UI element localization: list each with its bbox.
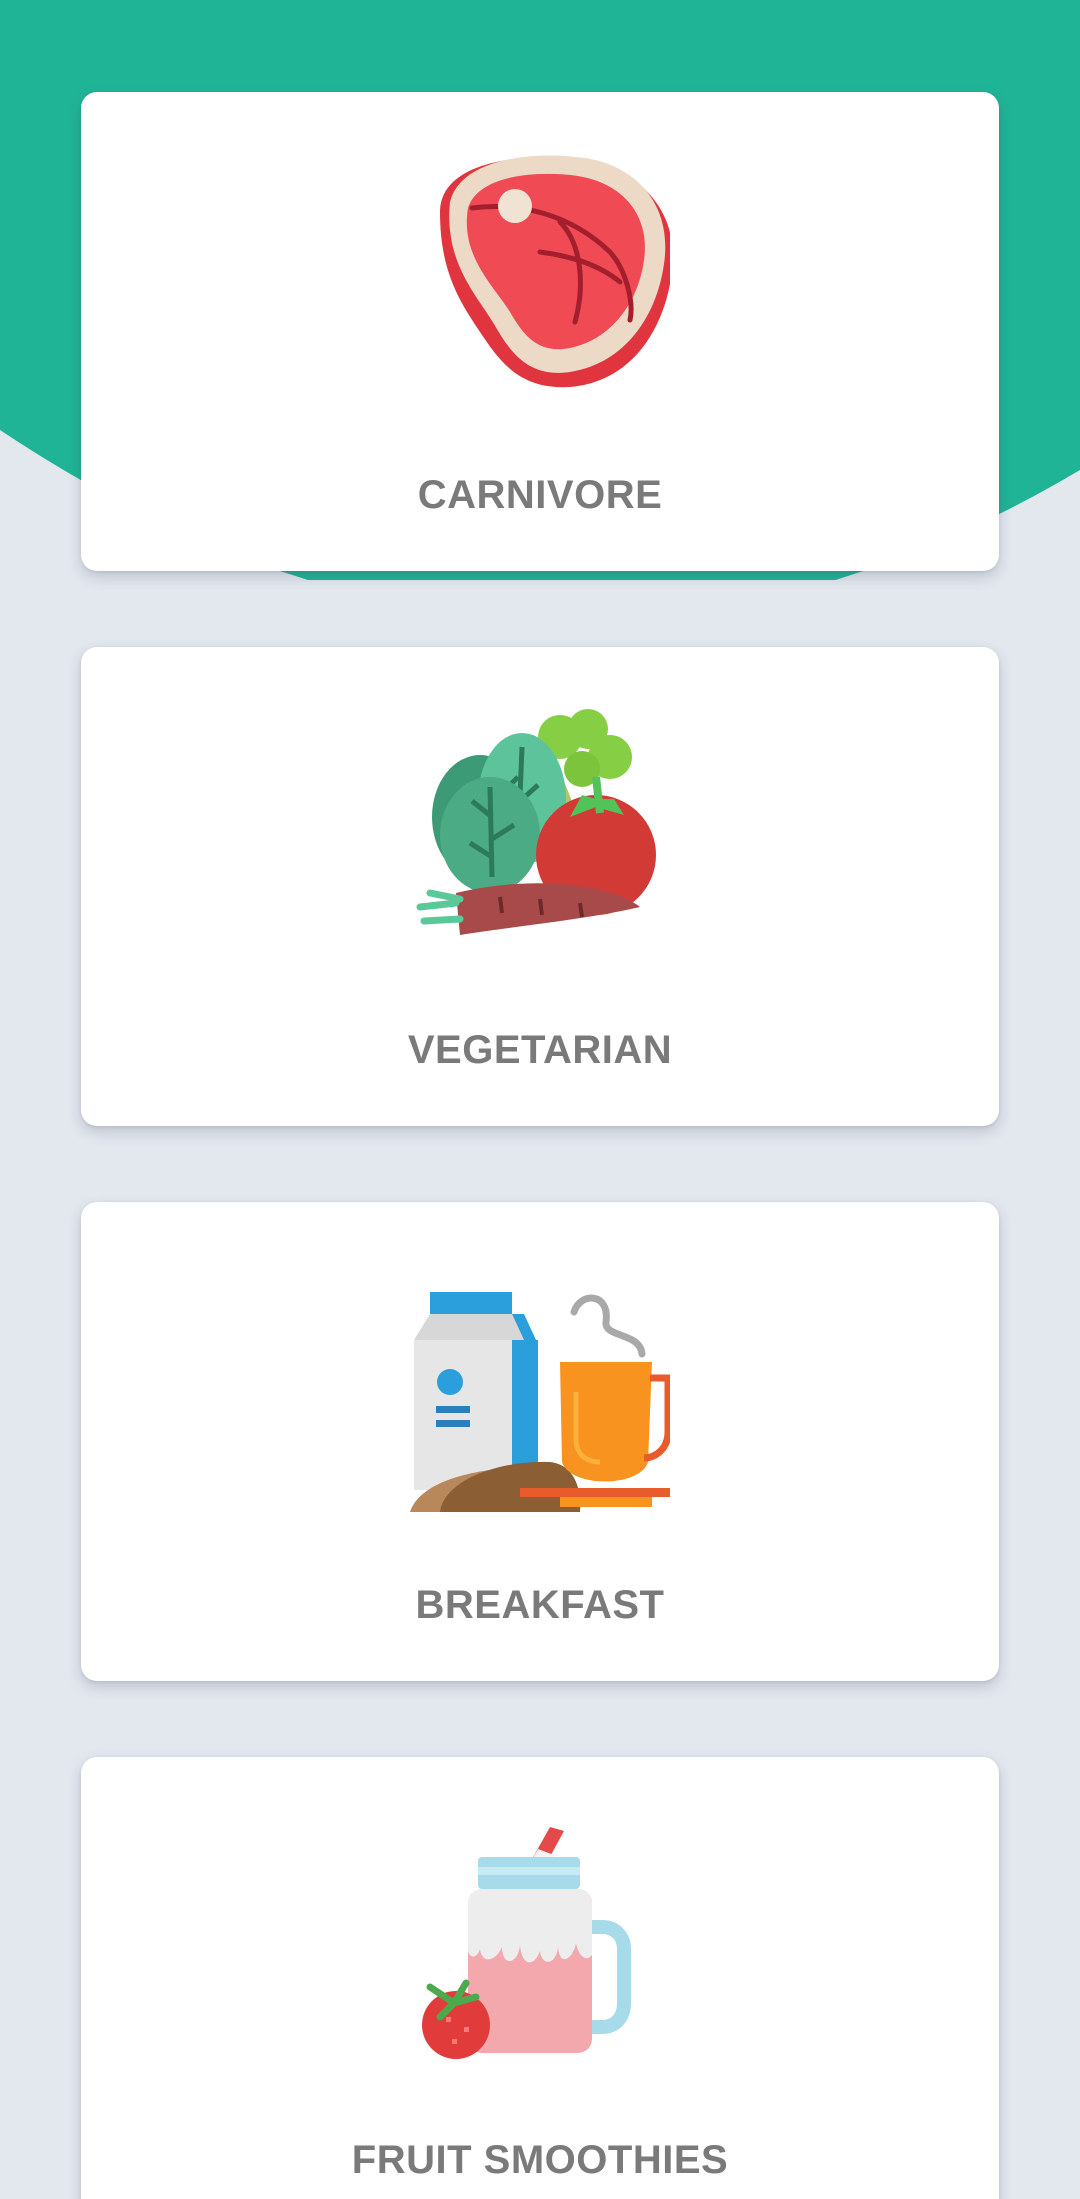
category-label: VEGETARIAN xyxy=(407,1028,673,1072)
category-card-vegetarian[interactable]: VEGETARIAN xyxy=(81,647,999,1126)
smoothie-icon xyxy=(410,1817,670,2077)
category-card-carnivore[interactable]: CARNIVORE xyxy=(81,92,999,571)
category-list: CARNIVORE VEGETARIAN BREAKFAST FRUIT SMO… xyxy=(0,0,1080,2199)
breakfast-icon xyxy=(410,1262,670,1522)
category-card-breakfast[interactable]: BREAKFAST xyxy=(81,1202,999,1681)
vegetables-icon xyxy=(410,707,670,967)
category-label: CARNIVORE xyxy=(417,473,663,517)
category-label: BREAKFAST xyxy=(415,1583,665,1627)
category-card-fruit-smoothies[interactable]: FRUIT SMOOTHIES xyxy=(81,1757,999,2199)
category-screen: CARNIVORE VEGETARIAN BREAKFAST FRUIT SMO… xyxy=(0,0,1080,2199)
steak-icon xyxy=(410,152,670,412)
category-label: FRUIT SMOOTHIES xyxy=(351,2138,729,2182)
